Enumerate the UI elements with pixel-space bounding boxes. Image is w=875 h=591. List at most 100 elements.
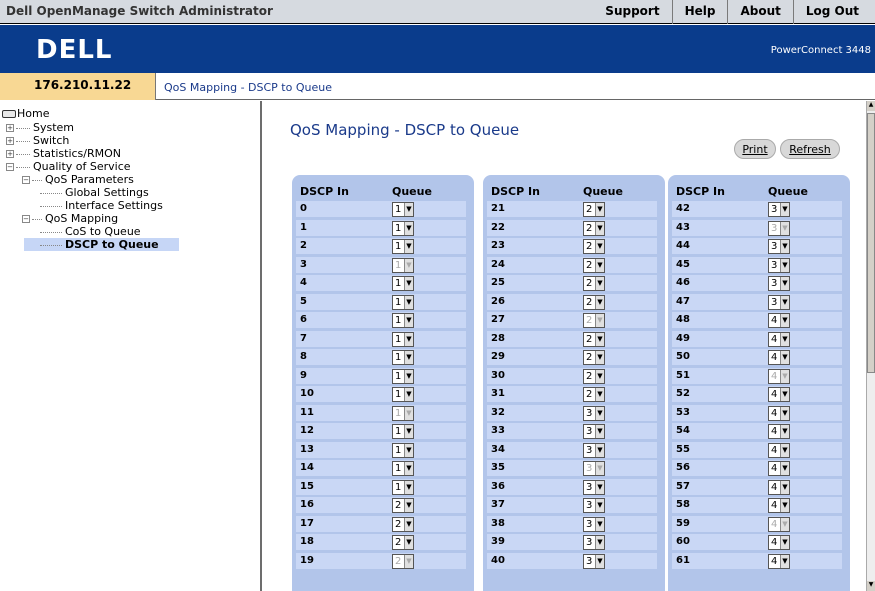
dropdown-arrow-icon[interactable]: ▼ bbox=[404, 480, 413, 494]
queue-select[interactable]: 3 ▼ bbox=[768, 202, 790, 217]
queue-select[interactable]: 3 ▼ bbox=[583, 442, 605, 458]
dropdown-arrow-icon[interactable]: ▼ bbox=[404, 536, 413, 549]
queue-select[interactable]: 3 ▼ bbox=[768, 257, 790, 273]
queue-select[interactable]: 4 ▼ bbox=[768, 387, 790, 402]
tree-cos-to-queue[interactable]: CoS to Queue bbox=[40, 225, 141, 238]
queue-select[interactable]: 1 ▼ bbox=[392, 424, 414, 439]
queue-select[interactable]: 3 ▼ bbox=[583, 424, 605, 439]
dropdown-arrow-icon[interactable]: ▼ bbox=[404, 203, 413, 216]
queue-select[interactable]: 2 ▼ bbox=[583, 220, 605, 236]
dropdown-arrow-icon[interactable]: ▼ bbox=[780, 258, 789, 272]
dropdown-arrow-icon[interactable]: ▼ bbox=[595, 295, 604, 309]
scroll-thumb[interactable] bbox=[867, 113, 875, 373]
queue-select[interactable]: 4 ▼ bbox=[768, 479, 790, 495]
tree-switch[interactable]: + Switch bbox=[6, 134, 69, 147]
queue-select[interactable]: 2 ▼ bbox=[583, 350, 605, 365]
dropdown-arrow-icon[interactable]: ▼ bbox=[595, 240, 604, 253]
dropdown-arrow-icon[interactable]: ▼ bbox=[780, 388, 789, 401]
refresh-button[interactable]: Refresh bbox=[780, 139, 840, 159]
dropdown-arrow-icon[interactable]: ▼ bbox=[595, 369, 604, 383]
queue-select[interactable]: 1 ▼ bbox=[392, 202, 414, 217]
dropdown-arrow-icon[interactable]: ▼ bbox=[595, 277, 604, 290]
queue-select[interactable]: 1 ▼ bbox=[392, 387, 414, 402]
dropdown-arrow-icon[interactable]: ▼ bbox=[780, 554, 789, 568]
dropdown-arrow-icon[interactable]: ▼ bbox=[404, 369, 413, 383]
dropdown-arrow-icon[interactable]: ▼ bbox=[595, 517, 604, 531]
tree-global-settings[interactable]: Global Settings bbox=[40, 186, 149, 199]
queue-select[interactable]: 4 ▼ bbox=[768, 535, 790, 550]
dropdown-arrow-icon[interactable]: ▼ bbox=[404, 351, 413, 364]
dropdown-arrow-icon[interactable]: ▼ bbox=[780, 425, 789, 438]
queue-select[interactable]: 2 ▼ bbox=[583, 202, 605, 217]
dropdown-arrow-icon[interactable]: ▼ bbox=[595, 203, 604, 216]
dropdown-arrow-icon[interactable]: ▼ bbox=[780, 332, 789, 346]
dropdown-arrow-icon[interactable]: ▼ bbox=[595, 406, 604, 420]
dropdown-arrow-icon[interactable]: ▼ bbox=[595, 425, 604, 438]
queue-select[interactable]: 1 ▼ bbox=[392, 220, 414, 236]
dropdown-arrow-icon[interactable]: ▼ bbox=[595, 554, 604, 568]
scroll-up-icon[interactable]: ▲ bbox=[867, 101, 875, 111]
queue-select[interactable]: 2 ▼ bbox=[583, 294, 605, 310]
queue-select[interactable]: 3 ▼ bbox=[583, 405, 605, 421]
queue-select[interactable]: 4 ▼ bbox=[768, 553, 790, 569]
queue-select[interactable]: 4 ▼ bbox=[768, 313, 790, 328]
expand-icon[interactable]: + bbox=[6, 150, 14, 158]
expand-icon[interactable]: + bbox=[6, 124, 14, 132]
dropdown-arrow-icon[interactable]: ▼ bbox=[404, 240, 413, 253]
dropdown-arrow-icon[interactable]: ▼ bbox=[780, 443, 789, 457]
tree-system[interactable]: + System bbox=[6, 121, 74, 134]
tree-qos-mapping[interactable]: − QoS Mapping bbox=[22, 212, 118, 225]
queue-select[interactable]: 1 ▼ bbox=[392, 442, 414, 458]
dropdown-arrow-icon[interactable]: ▼ bbox=[404, 332, 413, 346]
queue-select[interactable]: 4 ▼ bbox=[768, 331, 790, 347]
dropdown-arrow-icon[interactable]: ▼ bbox=[780, 240, 789, 253]
queue-select[interactable]: 2 ▼ bbox=[392, 498, 414, 513]
help-link[interactable]: Help bbox=[671, 0, 728, 24]
dropdown-arrow-icon[interactable]: ▼ bbox=[595, 351, 604, 364]
dropdown-arrow-icon[interactable]: ▼ bbox=[404, 277, 413, 290]
queue-select[interactable]: 1 ▼ bbox=[392, 313, 414, 328]
queue-select[interactable]: 1 ▼ bbox=[392, 350, 414, 365]
queue-select[interactable]: 1 ▼ bbox=[392, 479, 414, 495]
dropdown-arrow-icon[interactable]: ▼ bbox=[404, 314, 413, 327]
dropdown-arrow-icon[interactable]: ▼ bbox=[780, 314, 789, 327]
dropdown-arrow-icon[interactable]: ▼ bbox=[595, 443, 604, 457]
tree-interface-settings[interactable]: Interface Settings bbox=[40, 199, 163, 212]
dropdown-arrow-icon[interactable]: ▼ bbox=[595, 536, 604, 549]
queue-select[interactable]: 1 ▼ bbox=[392, 239, 414, 254]
dropdown-arrow-icon[interactable]: ▼ bbox=[780, 462, 789, 475]
tree-qos[interactable]: − Quality of Service bbox=[6, 160, 131, 173]
queue-select[interactable]: 1 ▼ bbox=[392, 331, 414, 347]
queue-select[interactable]: 1 ▼ bbox=[392, 461, 414, 476]
dropdown-arrow-icon[interactable]: ▼ bbox=[404, 462, 413, 475]
dropdown-arrow-icon[interactable]: ▼ bbox=[404, 221, 413, 235]
queue-select[interactable]: 2 ▼ bbox=[583, 257, 605, 273]
scroll-down-icon[interactable]: ▼ bbox=[867, 581, 875, 591]
dropdown-arrow-icon[interactable]: ▼ bbox=[404, 499, 413, 512]
dropdown-arrow-icon[interactable]: ▼ bbox=[780, 351, 789, 364]
dropdown-arrow-icon[interactable]: ▼ bbox=[595, 258, 604, 272]
queue-select[interactable]: 2 ▼ bbox=[583, 331, 605, 347]
queue-select[interactable]: 2 ▼ bbox=[392, 516, 414, 532]
dropdown-arrow-icon[interactable]: ▼ bbox=[404, 388, 413, 401]
vertical-scrollbar[interactable]: ▲ ▼ bbox=[866, 101, 875, 591]
dropdown-arrow-icon[interactable]: ▼ bbox=[404, 425, 413, 438]
dropdown-arrow-icon[interactable]: ▼ bbox=[404, 517, 413, 531]
tree-qos-parameters[interactable]: − QoS Parameters bbox=[22, 173, 134, 186]
dropdown-arrow-icon[interactable]: ▼ bbox=[780, 499, 789, 512]
queue-select[interactable]: 4 ▼ bbox=[768, 498, 790, 513]
print-button[interactable]: Print bbox=[734, 139, 776, 159]
dropdown-arrow-icon[interactable]: ▼ bbox=[404, 295, 413, 309]
tree-dscp-to-queue[interactable]: DSCP to Queue bbox=[24, 238, 179, 251]
about-link[interactable]: About bbox=[727, 0, 792, 24]
queue-select[interactable]: 3 ▼ bbox=[583, 479, 605, 495]
collapse-icon[interactable]: − bbox=[6, 163, 14, 171]
queue-select[interactable]: 2 ▼ bbox=[583, 239, 605, 254]
queue-select[interactable]: 3 ▼ bbox=[583, 553, 605, 569]
queue-select[interactable]: 3 ▼ bbox=[583, 516, 605, 532]
dropdown-arrow-icon[interactable]: ▼ bbox=[404, 443, 413, 457]
dropdown-arrow-icon[interactable]: ▼ bbox=[595, 388, 604, 401]
queue-select[interactable]: 3 ▼ bbox=[768, 294, 790, 310]
queue-select[interactable]: 2 ▼ bbox=[392, 535, 414, 550]
dropdown-arrow-icon[interactable]: ▼ bbox=[595, 480, 604, 494]
